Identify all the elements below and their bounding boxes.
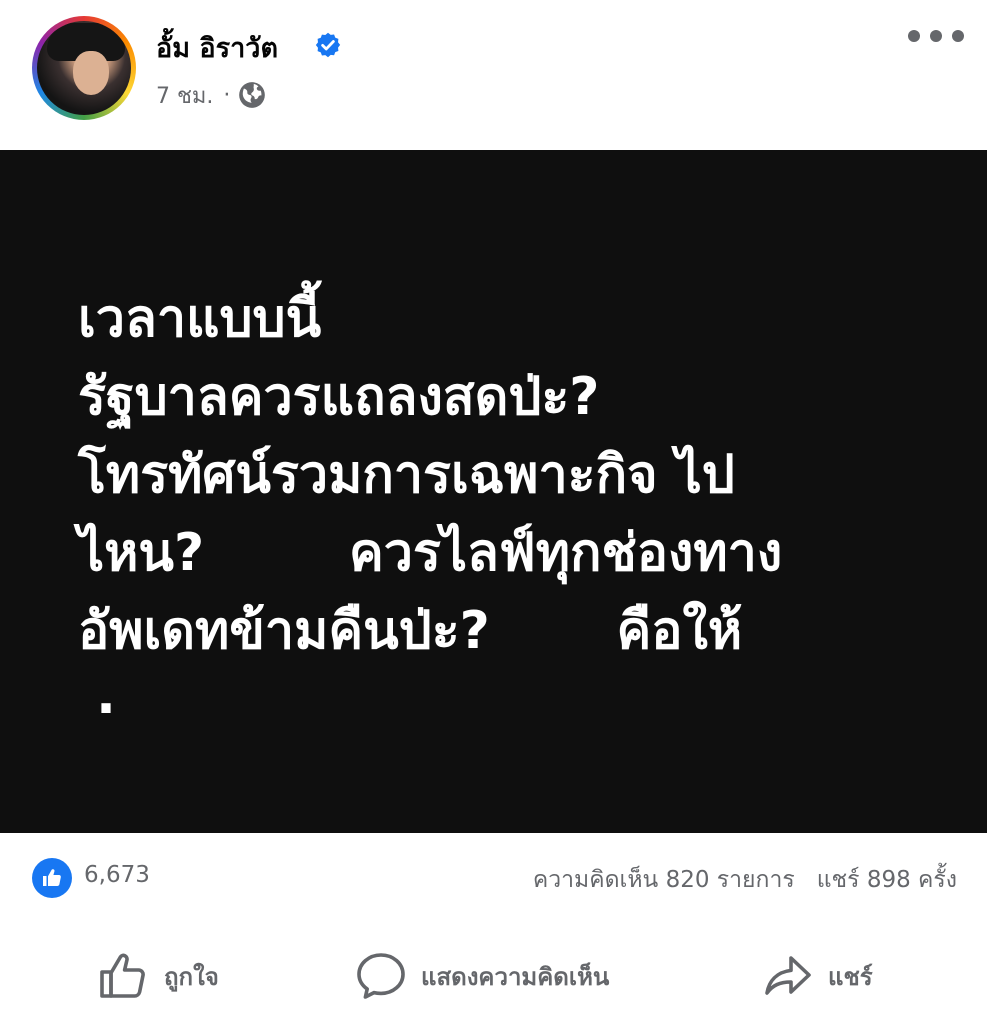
post-image-text: เวลาแบบนี้ รัฐบาลควรแถลงสดป่ะ? โทรทัศน์ร… (78, 289, 783, 739)
post-actions: ถูกใจ แสดงความคิดเห็น แชร์ (0, 928, 987, 1024)
reactions-bar: 6,673 ความคิดเห็น 820 รายการ แชร์ 898 คร… (0, 833, 987, 923)
share-button[interactable]: แชร์ (762, 946, 873, 1006)
post-header: อั้ม อิราวัต 7 ชม. · (0, 0, 987, 150)
share-count[interactable]: แชร์ 898 ครั้ง (817, 862, 957, 898)
more-options-icon[interactable] (908, 24, 964, 48)
avatar-photo (37, 21, 131, 115)
post-meta: 7 ชม. · (156, 80, 266, 110)
facebook-post: อั้ม อิราวัต 7 ชม. · เวลาแบบนี้ รัฐบาลคว… (0, 0, 987, 1024)
meta-separator: · (223, 82, 231, 108)
post-timestamp[interactable]: 7 ชม. (156, 78, 213, 113)
share-arrow-icon (765, 956, 811, 995)
post-image[interactable]: เวลาแบบนี้ รัฐบาลควรแถลงสดป่ะ? โทรทัศน์ร… (0, 150, 987, 833)
comment-button-label: แสดงความคิดเห็น (421, 962, 610, 991)
like-button-label: ถูกใจ (164, 962, 219, 991)
globe-icon (239, 82, 266, 108)
comment-bubble-icon (357, 953, 405, 999)
like-reaction-icon[interactable] (32, 858, 72, 898)
thumbs-up-icon (43, 869, 61, 886)
thumbs-up-outline-icon (100, 953, 145, 998)
engagement-stats: ความคิดเห็น 820 รายการ แชร์ 898 ครั้ง (533, 862, 957, 898)
verified-badge-icon (315, 32, 341, 58)
author-avatar[interactable] (32, 16, 136, 120)
comment-count[interactable]: ความคิดเห็น 820 รายการ (533, 862, 795, 898)
author-name[interactable]: อั้ม อิราวัต (156, 26, 278, 69)
like-button[interactable]: ถูกใจ (98, 946, 219, 1006)
comment-button[interactable]: แสดงความคิดเห็น (355, 946, 609, 1006)
share-button-label: แชร์ (828, 962, 873, 991)
reaction-count[interactable]: 6,673 (84, 862, 150, 888)
